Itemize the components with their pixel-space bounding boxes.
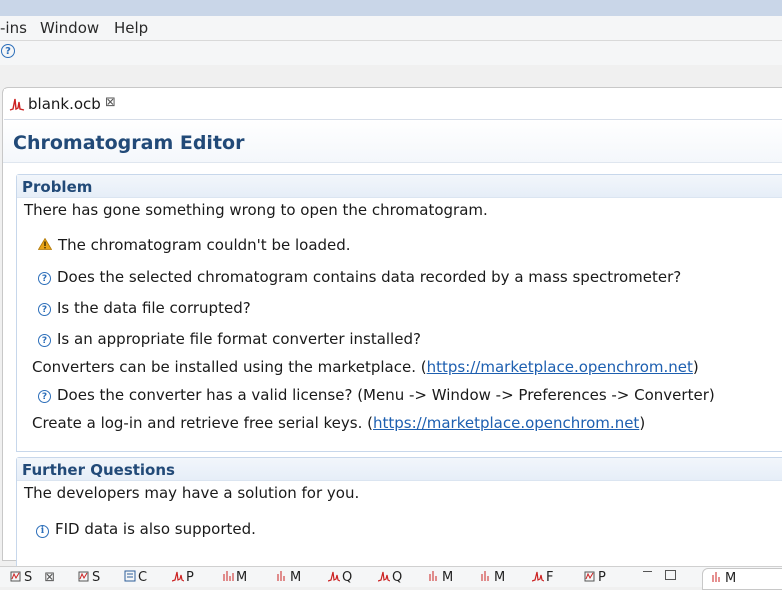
view-tab-label: F — [546, 570, 554, 585]
menu-item-help[interactable]: Help — [114, 19, 148, 37]
section-title-further: Further Questions — [22, 461, 175, 479]
form-header: Chromatogram Editor — [3, 120, 782, 163]
view-tab-label: M — [494, 570, 506, 585]
question-row: ? Is an appropriate file format converter… — [38, 330, 421, 348]
view-tab-label: M — [290, 570, 302, 585]
converters-text: Converters can be installed using the ma… — [32, 358, 427, 376]
view-icon — [10, 571, 21, 582]
close-paren: ) — [639, 414, 646, 432]
further-intro: The developers may have a solution for y… — [24, 484, 360, 502]
view-tab[interactable]: S — [78, 570, 100, 585]
view-icon — [584, 571, 595, 582]
view-tab-label: M — [236, 570, 248, 585]
question-icon: ? — [38, 303, 51, 316]
view-tab[interactable]: F — [532, 570, 553, 585]
view-tab[interactable]: M — [711, 571, 736, 586]
maximize-icon[interactable] — [665, 570, 676, 580]
menu-item-plugins[interactable]: -ins — [0, 19, 27, 37]
question-row: ? Is the data file corrupted? — [38, 299, 251, 317]
view-tab-label: Q — [342, 570, 353, 585]
chromatogram-icon — [328, 571, 340, 582]
view-tab[interactable]: S ⊠ — [10, 570, 55, 585]
spectrum-icon — [223, 571, 234, 581]
question-icon: ? — [38, 334, 51, 347]
chromatogram-icon — [378, 571, 390, 582]
tab-blank-ocb[interactable]: blank.ocb ⊠ — [4, 89, 128, 119]
view-tab[interactable]: M — [428, 570, 453, 585]
info-row: i FID data is also supported. — [36, 520, 256, 538]
view-icon — [124, 570, 136, 582]
view-tab-label: M — [725, 571, 737, 586]
main-toolbar: ? — [0, 41, 782, 65]
warning-text: The chromatogram couldn't be loaded. — [58, 236, 351, 254]
window-titlebar — [0, 0, 782, 16]
spectrum-icon — [277, 571, 285, 581]
warning-icon — [38, 238, 52, 250]
view-tab[interactable]: Q — [328, 570, 352, 585]
view-tab-label: P — [186, 570, 194, 585]
page-title: Chromatogram Editor — [13, 132, 245, 154]
close-icon[interactable]: ⊠ — [105, 95, 116, 110]
converters-row: Converters can be installed using the ma… — [32, 358, 699, 376]
view-tab-label: P — [598, 570, 606, 585]
further-questions-section: Further Questions The developers may hav… — [16, 457, 782, 569]
question-icon: ? — [38, 390, 51, 403]
view-tab-label: S — [24, 570, 33, 585]
question-text: Does the selected chromatogram contains … — [57, 268, 682, 286]
view-icon — [78, 571, 89, 582]
problem-section: Problem There has gone something wrong t… — [16, 174, 782, 452]
menu-bar: -ins Window Help — [0, 16, 782, 41]
spectrum-icon — [429, 571, 437, 581]
section-title-problem: Problem — [22, 178, 93, 196]
question-icon: ? — [38, 272, 51, 285]
marketplace-link[interactable]: https://marketplace.openchrom.net — [373, 414, 639, 432]
login-row: Create a log-in and retrieve free serial… — [32, 414, 645, 432]
info-text: FID data is also supported. — [55, 520, 256, 538]
menu-item-window[interactable]: Window — [40, 19, 99, 37]
info-icon: i — [36, 525, 49, 538]
view-tab-label: S — [92, 570, 101, 585]
chromatogram-icon — [532, 571, 544, 582]
view-tab[interactable]: P — [584, 570, 606, 585]
bottom-view-tabs: S ⊠ S C P M M Q Q M M F P — [0, 566, 782, 587]
view-tab[interactable]: C — [124, 570, 147, 585]
marketplace-link[interactable]: https://marketplace.openchrom.net — [427, 358, 693, 376]
question-text: Is the data file corrupted? — [57, 299, 251, 317]
close-icon[interactable]: ⊠ — [44, 570, 55, 585]
question-text: Does the converter has a valid license? … — [57, 386, 715, 404]
close-paren: ) — [692, 358, 699, 376]
chromatogram-icon — [172, 571, 184, 582]
view-tab[interactable]: M — [276, 570, 301, 585]
view-tab[interactable]: M — [222, 570, 247, 585]
spectrum-icon — [712, 572, 720, 582]
help-icon[interactable]: ? — [1, 44, 15, 58]
question-row: ? Does the selected chromatogram contains… — [38, 268, 681, 286]
tab-label: blank.ocb — [28, 95, 101, 113]
chromatogram-icon — [9, 96, 25, 116]
view-tab[interactable]: P — [172, 570, 194, 585]
question-text: Is an appropriate file format converter … — [57, 330, 421, 348]
view-tab[interactable]: Q — [378, 570, 402, 585]
spectrum-icon — [481, 571, 489, 581]
right-view-stack: M — [702, 568, 782, 590]
section-header[interactable]: Problem — [17, 175, 782, 198]
question-row: ? Does the converter has a valid license?… — [38, 386, 715, 404]
view-tab[interactable]: M — [480, 570, 505, 585]
tab-divider — [4, 119, 782, 120]
warning-row: The chromatogram couldn't be loaded. — [38, 236, 351, 254]
view-tab-label: C — [138, 570, 148, 585]
problem-intro: There has gone something wrong to open t… — [24, 201, 488, 219]
login-text: Create a log-in and retrieve free serial… — [32, 414, 373, 432]
view-tab-label: M — [442, 570, 454, 585]
view-tab-label: Q — [392, 570, 403, 585]
minimize-icon[interactable] — [643, 571, 652, 572]
section-header[interactable]: Further Questions — [17, 458, 782, 481]
